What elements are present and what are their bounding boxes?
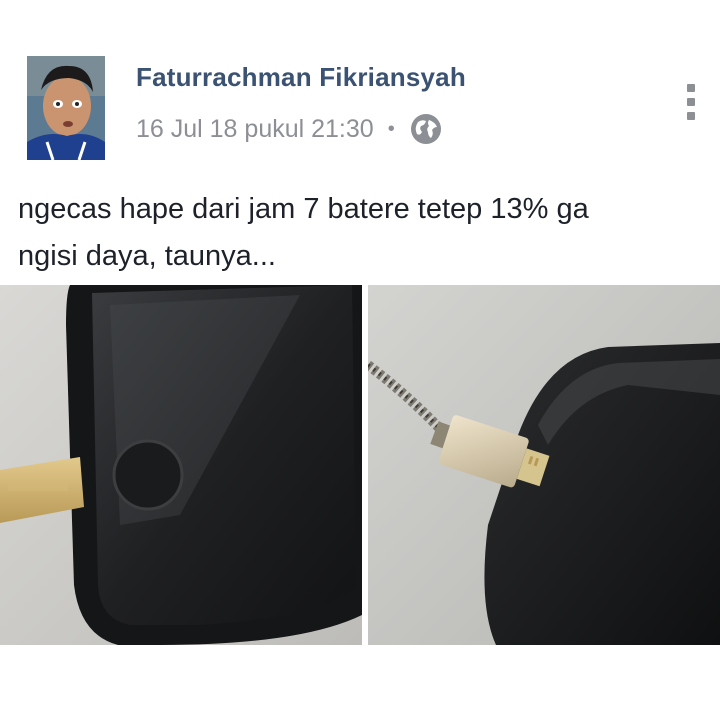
avatar[interactable] bbox=[27, 56, 105, 160]
phone-photo-left bbox=[0, 285, 362, 645]
profile-photo bbox=[27, 56, 105, 160]
more-options-icon[interactable] bbox=[685, 84, 697, 120]
meta-separator: • bbox=[387, 117, 395, 140]
globe-icon[interactable] bbox=[409, 112, 443, 146]
author-name[interactable]: Faturrachman Fikriansyah bbox=[136, 62, 466, 93]
phone-photo-right bbox=[368, 285, 720, 645]
photo-left[interactable] bbox=[0, 285, 362, 645]
post-text: ngecas hape dari jam 7 batere tetep 13% … bbox=[18, 186, 708, 280]
post-meta: 16 Jul 18 pukul 21:30 • bbox=[136, 112, 443, 146]
timestamp[interactable]: 16 Jul 18 pukul 21:30 bbox=[136, 115, 374, 144]
post-text-line: ngecas hape dari jam 7 batere tetep 13% … bbox=[18, 193, 589, 225]
post-text-line: ngisi daya, taunya... bbox=[18, 240, 276, 272]
facebook-post: Faturrachman Fikriansyah 16 Jul 18 pukul… bbox=[0, 0, 720, 720]
photo-right[interactable] bbox=[368, 285, 720, 645]
